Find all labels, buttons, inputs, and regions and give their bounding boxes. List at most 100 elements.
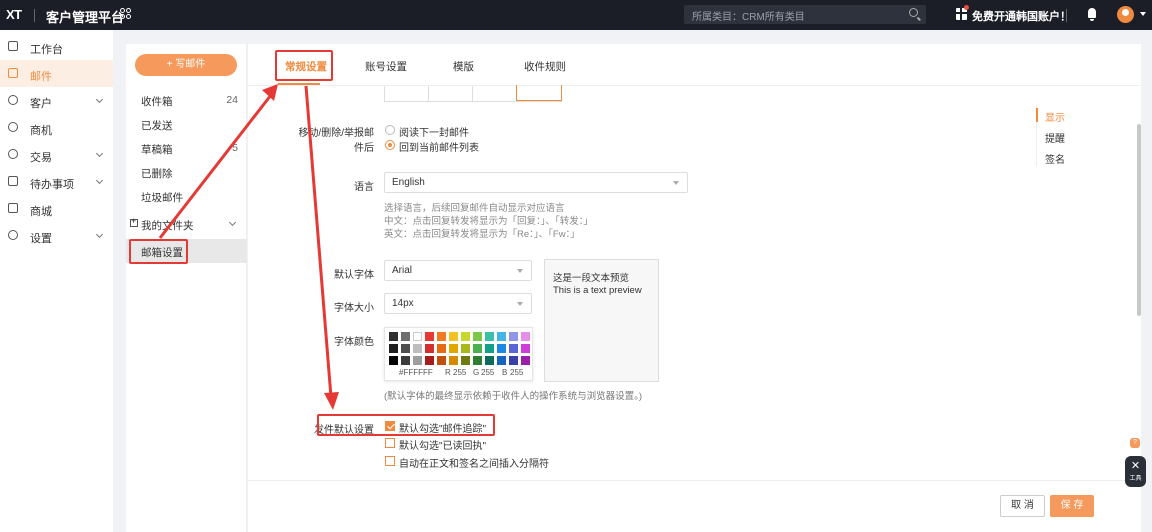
chevron-down-icon[interactable] — [1140, 12, 1146, 16]
sidebar-item-mail[interactable]: 邮件 — [0, 60, 113, 87]
sidebar-item-opportunities[interactable]: 商机 — [0, 114, 113, 141]
language-value: English — [392, 177, 425, 188]
tab-template[interactable]: 模版 — [453, 59, 474, 74]
avatar[interactable] — [1117, 6, 1134, 23]
annotation-box — [275, 50, 333, 81]
bell-icon[interactable] — [1088, 8, 1096, 21]
color-swatch[interactable] — [413, 332, 422, 341]
g-label: G — [473, 368, 480, 377]
search-input[interactable]: 所属类目：CRM所有类目 — [684, 5, 926, 24]
color-swatch[interactable] — [521, 344, 530, 353]
size-select[interactable]: 14px — [384, 293, 532, 314]
scrollbar[interactable] — [1137, 124, 1141, 316]
color-swatch[interactable] — [497, 332, 506, 341]
color-swatch[interactable] — [425, 356, 434, 365]
color-swatch[interactable] — [413, 356, 422, 365]
top-bar: XT 客户管理平台 所属类目：CRM所有类目 免费开通韩国账户！ — [0, 0, 1152, 30]
folder-sent[interactable]: 已发送 — [126, 112, 247, 136]
color-swatch[interactable] — [473, 332, 482, 341]
b-value[interactable]: 255 — [510, 368, 523, 377]
section-link-signature[interactable]: 签名 — [1045, 151, 1065, 166]
search-icon[interactable] — [909, 8, 918, 17]
checkbox-read-receipt[interactable] — [385, 438, 395, 448]
sidebar-item-label: 设置 — [30, 233, 52, 245]
sidebar-item-store[interactable]: 商城 — [0, 195, 113, 222]
color-swatch[interactable] — [401, 356, 410, 365]
color-swatch[interactable] — [461, 344, 470, 353]
page-size-selector[interactable] — [384, 85, 562, 102]
section-link-reminder[interactable]: 提醒 — [1045, 130, 1065, 145]
color-swatch[interactable] — [425, 332, 434, 341]
color-swatch[interactable] — [437, 356, 446, 365]
cancel-button[interactable]: 取 消 — [1000, 495, 1045, 517]
g-value[interactable]: 255 — [481, 368, 494, 377]
color-swatch[interactable] — [437, 344, 446, 353]
tab-rules[interactable]: 收件规则 — [524, 59, 566, 74]
section-link-display[interactable]: 显示 — [1045, 109, 1065, 124]
sidebar-item-deals[interactable]: 交易 — [0, 141, 113, 168]
page-size-option-selected[interactable] — [516, 85, 562, 101]
hex-value[interactable]: #FFFFFF — [399, 368, 433, 377]
app-logo[interactable]: XT — [6, 7, 22, 22]
folder-label: 已发送 — [141, 120, 173, 132]
sidebar-item-label: 商机 — [30, 125, 52, 137]
color-swatch[interactable] — [485, 344, 494, 353]
color-swatch[interactable] — [509, 356, 518, 365]
chevron-down-icon — [517, 302, 523, 306]
color-swatch[interactable] — [437, 332, 446, 341]
save-button[interactable]: 保 存 — [1050, 495, 1094, 517]
color-swatch[interactable] — [461, 332, 470, 341]
radio-back-to-list[interactable] — [385, 140, 395, 150]
chevron-down-icon — [95, 176, 104, 185]
sidebar-item-label: 邮件 — [30, 71, 52, 83]
color-swatch[interactable] — [401, 344, 410, 353]
sidebar-item-settings[interactable]: 设置 — [0, 222, 113, 249]
help-badge[interactable]: ? — [1130, 438, 1140, 448]
tab-account[interactable]: 账号设置 — [365, 59, 407, 74]
sidebar-item-todos[interactable]: 待办事项 — [0, 168, 113, 195]
font-select[interactable]: Arial — [384, 260, 532, 281]
color-swatch[interactable] — [389, 332, 398, 341]
annotation-box — [129, 239, 188, 264]
tools-button[interactable]: ✕ 工具 — [1125, 456, 1146, 487]
color-swatch[interactable] — [449, 344, 458, 353]
color-swatch[interactable] — [509, 332, 518, 341]
color-swatch[interactable] — [485, 356, 494, 365]
color-swatch[interactable] — [449, 332, 458, 341]
color-swatch[interactable] — [425, 344, 434, 353]
color-swatch[interactable] — [413, 344, 422, 353]
folder-deleted[interactable]: 已删除 — [126, 160, 247, 184]
font-label: 默认字体 — [334, 270, 374, 281]
color-swatch[interactable] — [509, 344, 518, 353]
checkbox-separator[interactable] — [385, 456, 395, 466]
apps-grid-icon[interactable] — [120, 8, 132, 20]
sidebar-item-customers[interactable]: 客户 — [0, 87, 113, 114]
color-swatch[interactable] — [473, 356, 482, 365]
color-swatch[interactable] — [461, 356, 470, 365]
radio-read-next[interactable] — [385, 125, 395, 135]
color-swatch[interactable] — [449, 356, 458, 365]
color-swatch[interactable] — [497, 344, 506, 353]
color-swatch[interactable] — [521, 356, 530, 365]
color-swatch[interactable] — [401, 332, 410, 341]
monitor-icon — [8, 41, 18, 51]
compose-button[interactable]: + 写邮件 — [135, 54, 237, 76]
folder-count: 5 — [232, 142, 238, 154]
r-value[interactable]: 255 — [453, 368, 466, 377]
sidebar-item-label: 交易 — [30, 152, 52, 164]
folder-spam[interactable]: 垃圾邮件 — [126, 184, 247, 208]
color-swatch[interactable] — [389, 344, 398, 353]
color-swatch[interactable] — [485, 332, 494, 341]
color-swatch[interactable] — [521, 332, 530, 341]
color-swatch[interactable] — [473, 344, 482, 353]
color-swatch[interactable] — [389, 356, 398, 365]
language-select[interactable]: English — [384, 172, 688, 193]
folder-inbox[interactable]: 收件箱 24 — [126, 88, 247, 112]
folder-drafts[interactable]: 草稿箱 5 — [126, 136, 247, 160]
color-picker[interactable]: #FFFFFF R 255 G 255 B 255 — [384, 327, 533, 381]
sidebar-item-workbench[interactable]: 工作台 — [0, 33, 113, 60]
divider — [472, 86, 473, 101]
promo-link[interactable]: 免费开通韩国账户！ — [972, 8, 1071, 24]
my-folders[interactable]: 我的文件夹 — [126, 212, 247, 236]
color-swatch[interactable] — [497, 356, 506, 365]
